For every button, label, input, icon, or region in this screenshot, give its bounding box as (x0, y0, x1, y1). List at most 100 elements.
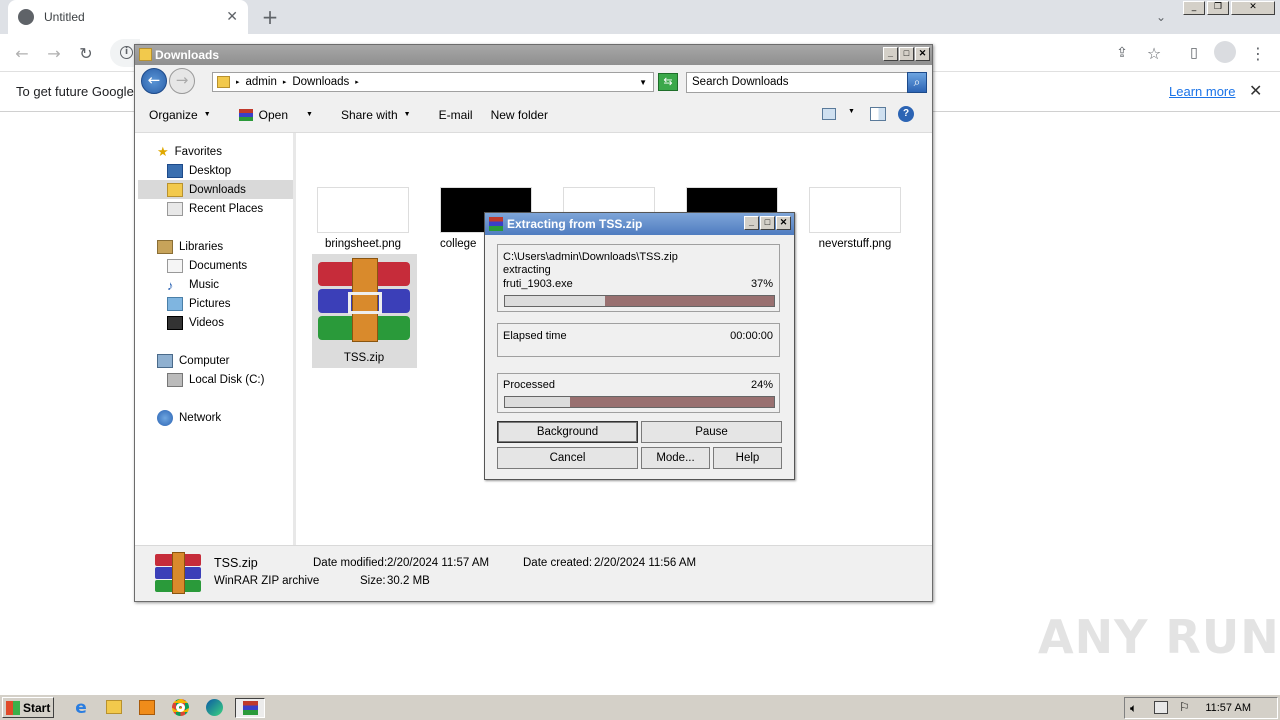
processed-percent: 24% (750, 379, 773, 391)
background-button[interactable]: Background (497, 421, 638, 443)
nav-desktop[interactable]: Desktop (167, 162, 231, 180)
close-infobar-icon[interactable]: ✕ (1249, 81, 1262, 100)
chevron-down-icon[interactable]: ▼ (639, 78, 647, 87)
view-icon[interactable] (822, 108, 836, 120)
forward-button[interactable]: → (169, 68, 195, 94)
close-button[interactable]: ✕ (1231, 1, 1275, 15)
network-icon (157, 410, 173, 426)
cancel-button[interactable]: Cancel (497, 447, 638, 469)
nav-videos[interactable]: Videos (167, 314, 224, 332)
nav-pictures[interactable]: Pictures (167, 295, 231, 313)
ie-icon[interactable]: e (70, 698, 92, 718)
minimize-button[interactable]: _ (1183, 1, 1205, 15)
file-thumb-neverstuff[interactable] (809, 187, 901, 233)
bookmark-star-icon[interactable]: ☆ (1142, 41, 1166, 65)
file-percent: 37% (750, 278, 773, 290)
file-item-tss-selected[interactable]: TSS.zip (312, 254, 417, 368)
winrar-taskbar-icon[interactable] (235, 698, 265, 718)
close-tab-icon[interactable]: ✕ (226, 9, 238, 25)
winrar-archive-icon (155, 552, 201, 594)
elapsed-label: Elapsed time (503, 330, 567, 342)
window-controls: _ ❐ ✕ (1183, 1, 1275, 15)
nav-local-disk[interactable]: Local Disk (C:) (167, 371, 264, 389)
flag-icon[interactable]: ⚐ (1179, 700, 1190, 714)
chevron-down-icon: ▼ (306, 111, 313, 118)
preview-pane-icon[interactable] (870, 107, 886, 121)
profile-avatar[interactable] (1214, 41, 1236, 63)
start-button[interactable]: Start (2, 697, 54, 718)
edge-icon[interactable] (203, 698, 225, 718)
side-panel-icon[interactable]: ▯ (1182, 41, 1206, 65)
extract-file-group: C:\Users\admin\Downloads\TSS.zip extract… (497, 244, 780, 312)
nav-downloads[interactable]: Downloads (167, 181, 246, 199)
detail-modified: 2/20/2024 11:57 AM (387, 557, 490, 569)
open-button[interactable]: Open ▼ (225, 108, 327, 122)
organize-button[interactable]: Organize ▼ (135, 108, 225, 122)
nav-documents[interactable]: Documents (167, 257, 247, 275)
file-thumb-bringsheet[interactable] (317, 187, 409, 233)
details-pane: TSS.zip WinRAR ZIP archive Date modified… (135, 545, 932, 601)
extract-dialog-titlebar[interactable]: Extracting from TSS.zip _ □ ✕ (485, 213, 794, 235)
mode-button[interactable]: Mode... (641, 447, 710, 469)
browser-tab[interactable]: Untitled ✕ (8, 0, 248, 34)
pause-button[interactable]: Pause (641, 421, 782, 443)
tab-search-icon[interactable]: ⌄ (1149, 5, 1173, 29)
taskbar: Start e 🔈︎ ⚐ 11:57 AM (0, 694, 1280, 720)
nav-music[interactable]: ♪ Music (167, 276, 219, 294)
folder-icon (217, 76, 230, 88)
media-player-icon[interactable] (136, 698, 158, 718)
chrome-icon[interactable] (169, 698, 191, 718)
file-name-bringsheet[interactable]: bringsheet.png (303, 238, 423, 250)
nav-network[interactable]: Network (157, 409, 221, 427)
dialog-maximize-button[interactable]: □ (760, 216, 775, 230)
archive-path: C:\Users\admin\Downloads\TSS.zip (503, 251, 678, 263)
clock[interactable]: 11:57 AM (1205, 702, 1251, 714)
breadcrumb-downloads[interactable]: Downloads (292, 76, 349, 88)
breadcrumb-admin[interactable]: admin (246, 76, 277, 88)
help-button[interactable]: Help (713, 447, 782, 469)
nav-recent-places[interactable]: Recent Places (167, 200, 263, 218)
dialog-minimize-button[interactable]: _ (744, 216, 759, 230)
chevron-down-icon[interactable]: ▼ (848, 108, 855, 115)
file-name-neverstuff[interactable]: neverstuff.png (795, 238, 915, 250)
processed-progress-bar (504, 396, 775, 408)
detail-size: 30.2 MB (387, 575, 430, 587)
search-input[interactable]: Search Downloads (686, 72, 908, 93)
nav-libraries[interactable]: Libraries (157, 238, 223, 256)
menu-icon[interactable]: ⋮ (1246, 41, 1270, 65)
network-tray-icon[interactable] (1154, 701, 1168, 714)
back-icon[interactable]: ← (10, 41, 34, 65)
processed-label: Processed (503, 379, 555, 391)
nav-computer[interactable]: Computer (157, 352, 230, 370)
help-icon[interactable]: ? (898, 106, 914, 122)
email-button[interactable]: E-mail (425, 108, 487, 122)
explorer-close-button[interactable]: ✕ (915, 47, 930, 61)
pictures-icon (167, 297, 183, 311)
extract-filename: fruti_1903.exe (503, 278, 573, 290)
back-button[interactable]: ← (141, 68, 167, 94)
learn-more-link[interactable]: Learn more (1169, 84, 1235, 99)
downloads-folder-icon (167, 183, 183, 197)
file-explorer-icon[interactable] (103, 698, 125, 718)
new-folder-button[interactable]: New folder (487, 108, 562, 122)
nav-favorites[interactable]: ★ Favorites (157, 143, 222, 161)
forward-icon[interactable]: → (42, 41, 66, 65)
restore-button[interactable]: ❐ (1207, 1, 1229, 15)
breadcrumb[interactable]: ▸ admin ▸ Downloads ▸ ▼ (212, 72, 654, 92)
new-tab-button[interactable]: + (258, 5, 282, 29)
explorer-maximize-button[interactable]: □ (899, 47, 914, 61)
videos-icon (167, 316, 183, 330)
winrar-icon (489, 217, 503, 231)
navigation-pane: ★ Favorites Desktop Downloads Recent Plac… (135, 133, 296, 545)
refresh-button[interactable]: ⇆ (658, 73, 678, 91)
detail-size-label: Size: (360, 575, 386, 587)
speaker-icon[interactable]: 🔈︎ (1130, 701, 1137, 716)
search-icon[interactable]: ⌕ (907, 72, 927, 93)
infobar-text: To get future Google (16, 84, 134, 99)
share-icon[interactable]: ⇪ (1110, 41, 1134, 65)
explorer-minimize-button[interactable]: _ (883, 47, 898, 61)
explorer-titlebar[interactable]: Downloads _ □ ✕ (135, 45, 932, 65)
share-with-button[interactable]: Share with ▼ (327, 108, 425, 122)
dialog-close-button[interactable]: ✕ (776, 216, 791, 230)
reload-icon[interactable]: ↻ (74, 41, 98, 65)
